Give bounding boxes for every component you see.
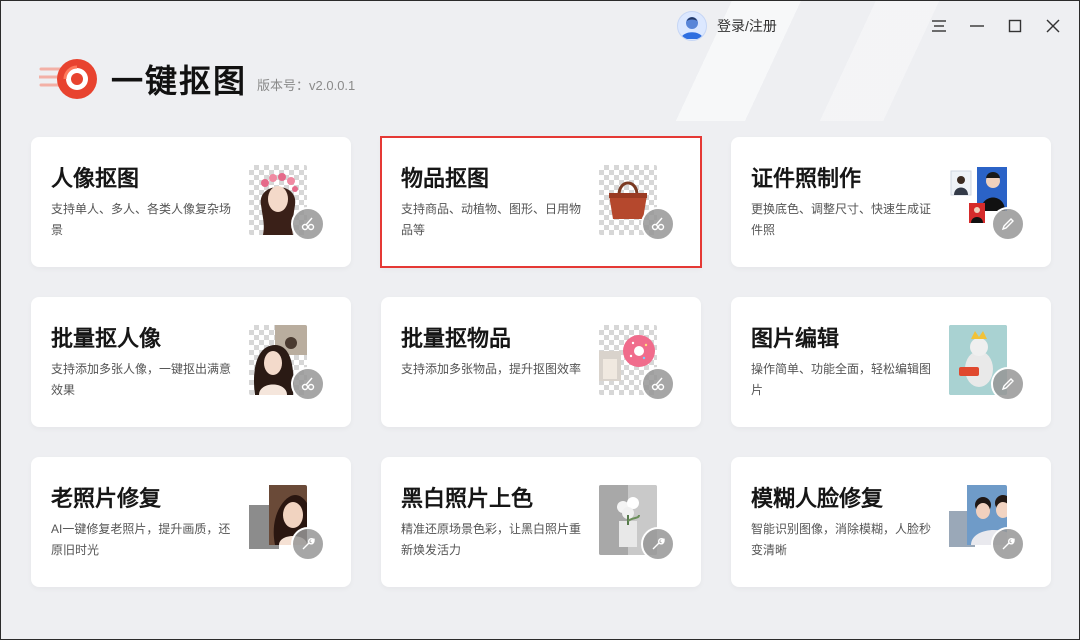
pencil-icon bbox=[991, 367, 1025, 401]
card-title: 老照片修复 bbox=[51, 486, 162, 511]
card-desc: 支持单人、多人、各类人像复杂场景 bbox=[51, 202, 232, 237]
maximize-icon bbox=[1008, 19, 1022, 33]
card-portrait-cutout[interactable]: 人像抠图 支持单人、多人、各类人像复杂场景 bbox=[31, 137, 351, 267]
card-title: 人像抠图 bbox=[51, 166, 140, 191]
card-id-photo[interactable]: 证件照制作 更换底色、调整尺寸、快速生成证件照 bbox=[731, 137, 1051, 267]
card-desc: 操作简单、功能全面，轻松编辑图片 bbox=[751, 362, 932, 397]
card-title: 模糊人脸修复 bbox=[751, 486, 884, 511]
close-icon bbox=[1046, 19, 1060, 33]
card-desc: 支持商品、动植物、图形、日用物品等 bbox=[401, 202, 582, 237]
card-batch-portrait[interactable]: 批量抠人像 支持添加多张人像，一键抠出满意效果 bbox=[31, 297, 351, 427]
card-blurry-face-repair[interactable]: 模糊人脸修复 智能识别图像，消除模糊，人脸秒变清晰 bbox=[731, 457, 1051, 587]
card-batch-object[interactable]: 批量抠物品 支持添加多张物品，提升抠图效率 bbox=[381, 297, 701, 427]
card-title: 批量抠人像 bbox=[51, 326, 162, 351]
close-button[interactable] bbox=[1040, 13, 1066, 39]
logo-icon bbox=[37, 57, 99, 101]
card-object-cutout[interactable]: 物品抠图 支持商品、动植物、图形、日用物品等 bbox=[380, 136, 702, 268]
card-title: 批量抠物品 bbox=[401, 326, 512, 351]
maximize-button[interactable] bbox=[1002, 13, 1028, 39]
minimize-button[interactable] bbox=[964, 13, 990, 39]
scissors-icon bbox=[641, 367, 675, 401]
card-title: 图片编辑 bbox=[751, 326, 840, 351]
wrench-icon bbox=[991, 527, 1025, 561]
app-title: 一键抠图 bbox=[111, 62, 248, 100]
card-desc: 更换底色、调整尺寸、快速生成证件照 bbox=[751, 202, 932, 237]
app-logo: 一键抠图 版本号：v2.0.0.1 bbox=[37, 57, 356, 101]
minimize-icon bbox=[970, 25, 984, 27]
user-avatar-icon bbox=[677, 11, 707, 41]
scissors-icon bbox=[641, 207, 675, 241]
card-desc: 支持添加多张人像，一键抠出满意效果 bbox=[51, 362, 232, 397]
card-old-photo-repair[interactable]: 老照片修复 AI一键修复老照片，提升画质，还原旧时光 bbox=[31, 457, 351, 587]
card-title: 物品抠图 bbox=[401, 166, 490, 191]
card-colorize-photo[interactable]: 黑白照片上色 精准还原场景色彩，让黑白照片重新焕发活力 bbox=[381, 457, 701, 587]
menu-button[interactable] bbox=[926, 13, 952, 39]
scissors-icon bbox=[291, 367, 325, 401]
login-register-button[interactable]: 登录/注册 bbox=[677, 11, 777, 41]
card-image-edit[interactable]: 图片编辑 操作简单、功能全面，轻松编辑图片 bbox=[731, 297, 1051, 427]
login-register-label: 登录/注册 bbox=[717, 18, 777, 34]
version-label: 版本号：v2.0.0.1 bbox=[257, 77, 356, 93]
card-desc: 支持添加多张物品，提升抠图效率 bbox=[401, 362, 582, 376]
scissors-icon bbox=[291, 207, 325, 241]
card-desc: AI一键修复老照片，提升画质，还原旧时光 bbox=[51, 522, 231, 557]
header-decoration bbox=[559, 1, 1079, 121]
menu-icon bbox=[932, 20, 946, 32]
card-desc: 智能识别图像，消除模糊，人脸秒变清晰 bbox=[751, 522, 932, 557]
app-window: 登录/注册 一键抠图 版本号：v2.0.0.1 人像抠图 支持单人、多人、各类人… bbox=[1, 1, 1079, 639]
card-title: 证件照制作 bbox=[751, 166, 862, 191]
card-title: 黑白照片上色 bbox=[401, 486, 534, 511]
wrench-icon bbox=[641, 527, 675, 561]
pencil-icon bbox=[991, 207, 1025, 241]
card-desc: 精准还原场景色彩，让黑白照片重新焕发活力 bbox=[401, 522, 582, 557]
wrench-icon bbox=[291, 527, 325, 561]
